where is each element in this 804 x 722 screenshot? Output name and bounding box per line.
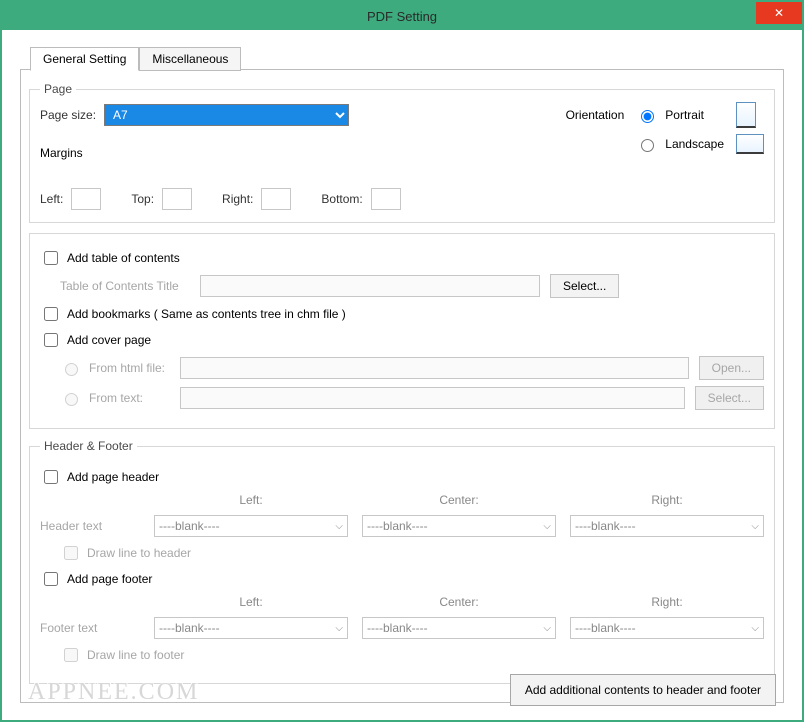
cover-text-input[interactable] [180, 387, 685, 409]
header-left-select[interactable]: ----blank----⌵ [154, 515, 348, 537]
hf-col-center2: Center: [362, 595, 556, 609]
cover-text-radio[interactable] [65, 393, 78, 406]
orientation-label: Orientation [566, 108, 625, 122]
draw-footer-line-checkbox[interactable] [64, 648, 78, 662]
cover-from-text[interactable]: From text: [60, 390, 170, 406]
chevron-down-icon: ⌵ [751, 623, 759, 634]
chevron-down-icon: ⌵ [543, 623, 551, 634]
margin-right-label: Right: [222, 192, 253, 206]
header-right-select[interactable]: ----blank----⌵ [570, 515, 764, 537]
page-group: Page Page size: A7 Orientation Portrait [29, 82, 775, 223]
hf-col-right: Right: [570, 493, 764, 507]
add-header-label: Add page header [67, 470, 159, 484]
add-bookmarks-checkbox[interactable] [44, 307, 58, 321]
header-text-label: Header text [40, 519, 140, 533]
footer-center-select[interactable]: ----blank----⌵ [362, 617, 556, 639]
tabs: General Setting Miscellaneous [20, 46, 784, 70]
margin-top-label: Top: [131, 192, 154, 206]
margin-bottom-input[interactable] [371, 188, 401, 210]
add-bookmarks-label: Add bookmarks ( Same as contents tree in… [67, 307, 346, 321]
add-cover-checkbox[interactable] [44, 333, 58, 347]
add-toc-label: Add table of contents [67, 251, 180, 265]
margin-top-input[interactable] [162, 188, 192, 210]
margin-left-label: Left: [40, 192, 63, 206]
titlebar: PDF Setting ✕ [2, 2, 802, 30]
page-size-label: Page size: [40, 108, 96, 122]
chevron-down-icon: ⌵ [543, 521, 551, 532]
page-legend: Page [40, 82, 76, 96]
tab-general[interactable]: General Setting [30, 47, 139, 71]
header-center-select[interactable]: ----blank----⌵ [362, 515, 556, 537]
footer-right-select[interactable]: ----blank----⌵ [570, 617, 764, 639]
orientation-landscape[interactable]: Landscape [636, 136, 724, 152]
draw-header-line-label: Draw line to header [87, 546, 191, 560]
add-toc-checkbox[interactable] [44, 251, 58, 265]
orientation-group: Orientation Portrait Landscape [566, 102, 764, 154]
margin-bottom-label: Bottom: [321, 192, 362, 206]
close-button[interactable]: ✕ [756, 2, 802, 24]
draw-footer-line-label: Draw line to footer [87, 648, 184, 662]
margins-row: Left: Top: Right: Bottom: [40, 188, 764, 210]
margin-left-input[interactable] [71, 188, 101, 210]
margin-right-input[interactable] [261, 188, 291, 210]
watermark: APPNEE.COM [28, 679, 199, 706]
window-title: PDF Setting [367, 9, 437, 24]
portrait-icon [736, 102, 756, 128]
tab-misc[interactable]: Miscellaneous [139, 47, 241, 71]
add-cover-label: Add cover page [67, 333, 151, 347]
hf-col-left: Left: [154, 493, 348, 507]
add-header-checkbox[interactable] [44, 470, 58, 484]
orientation-portrait[interactable]: Portrait [636, 107, 724, 123]
footer-text-label: Footer text [40, 621, 140, 635]
add-footer-checkbox[interactable] [44, 572, 58, 586]
toc-title-label: Table of Contents Title [60, 279, 190, 293]
pdf-setting-window: PDF Setting ✕ General Setting Miscellane… [0, 0, 804, 722]
footer-left-select[interactable]: ----blank----⌵ [154, 617, 348, 639]
chevron-down-icon: ⌵ [335, 623, 343, 634]
portrait-radio[interactable] [641, 110, 654, 123]
toc-title-input[interactable] [200, 275, 540, 297]
cover-html-input[interactable] [180, 357, 689, 379]
add-additional-contents-button[interactable]: Add additional contents to header and fo… [510, 674, 776, 706]
toc-select-button[interactable]: Select... [550, 274, 619, 298]
add-footer-label: Add page footer [67, 572, 152, 586]
chevron-down-icon: ⌵ [335, 521, 343, 532]
header-footer-group: Header & Footer Add page header Left: Ce… [29, 439, 775, 684]
hf-col-right2: Right: [570, 595, 764, 609]
draw-header-line-checkbox[interactable] [64, 546, 78, 560]
cover-select-button[interactable]: Select... [695, 386, 764, 410]
cover-html-radio[interactable] [65, 363, 78, 376]
client-area: General Setting Miscellaneous Page Page … [2, 30, 802, 720]
close-icon: ✕ [774, 6, 784, 20]
toc-group: Add table of contents Table of Contents … [29, 233, 775, 429]
hf-col-left2: Left: [154, 595, 348, 609]
landscape-icon [736, 134, 764, 154]
page-size-select[interactable]: A7 [104, 104, 349, 126]
landscape-radio[interactable] [641, 139, 654, 152]
hf-legend: Header & Footer [40, 439, 137, 453]
hf-col-center: Center: [362, 493, 556, 507]
tab-panel: Page Page size: A7 Orientation Portrait [20, 69, 784, 703]
chevron-down-icon: ⌵ [751, 521, 759, 532]
cover-open-button[interactable]: Open... [699, 356, 764, 380]
cover-from-html[interactable]: From html file: [60, 360, 170, 376]
